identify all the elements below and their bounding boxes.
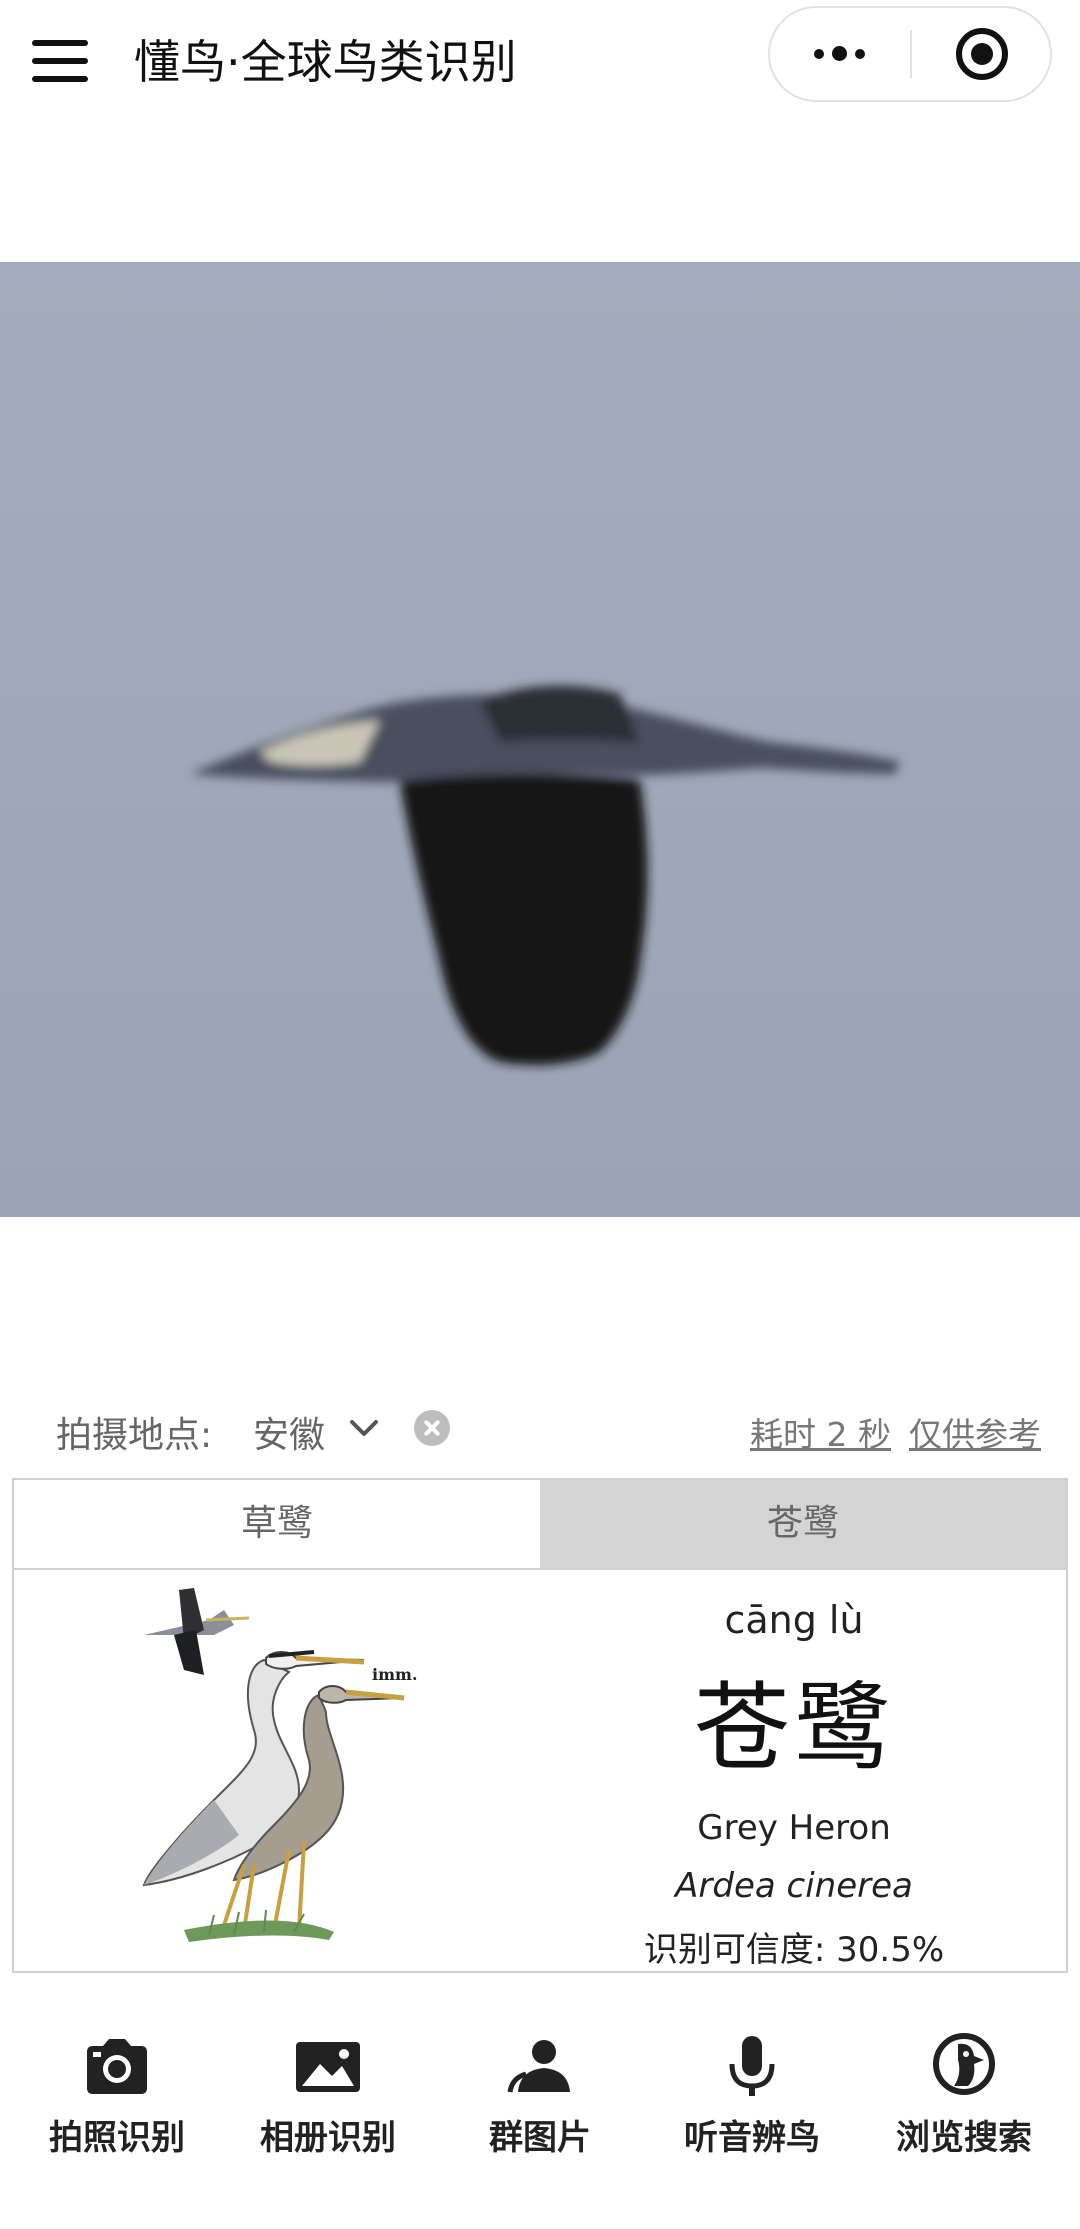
group-icon [507, 2040, 570, 2093]
location-select[interactable]: 安徽 [253, 1406, 325, 1458]
nav-album-identify[interactable]: 相册识别 [228, 2010, 428, 2180]
chevron-down-icon[interactable] [346, 1414, 382, 1444]
location-label: 拍摄地点: [56, 1415, 213, 1456]
bottom-nav: 拍照识别 相册识别 群图片 听音辨鸟 浏览搜索 [0, 2010, 1080, 2180]
nav-sound-identify[interactable]: 听音辨鸟 [652, 2010, 852, 2180]
more-dots-icon[interactable] [770, 8, 910, 100]
nav-label: 浏览搜索 [896, 2118, 1032, 2158]
location-bar: 拍摄地点: 安徽 耗时 2 秒 仅供参考 [0, 1396, 1080, 1466]
illustration-tag: imm. [372, 1665, 418, 1684]
tab-candidate-2[interactable]: 苍鹭 [540, 1480, 1066, 1568]
search-bird-icon [933, 2033, 995, 2095]
candidate-tabs: 草鹭 苍鹭 [14, 1480, 1066, 1570]
nav-photo-identify[interactable]: 拍照识别 [17, 2010, 217, 2180]
image-icon [296, 2042, 360, 2092]
mini-program-capsule [768, 6, 1052, 102]
nav-group-photos[interactable]: 群图片 [440, 2010, 640, 2180]
microphone-icon [729, 2036, 775, 2096]
hamburger-menu-icon[interactable] [32, 38, 88, 84]
nav-browse-search[interactable]: 浏览搜索 [864, 2010, 1064, 2180]
clear-location-icon[interactable] [414, 1410, 450, 1446]
result-card: 草鹭 苍鹭 imm. cāng lù 苍鹭 Grey Heron Ardea c… [12, 1478, 1068, 1973]
tab-candidate-1[interactable]: 草鹭 [14, 1480, 540, 1568]
nav-label: 听音辨鸟 [684, 2118, 820, 2158]
bird-photo[interactable] [0, 262, 1080, 1217]
nav-label: 群图片 [489, 2118, 591, 2158]
nav-label: 相册识别 [260, 2118, 396, 2158]
nav-label: 拍照识别 [49, 2118, 185, 2158]
species-scientific-name: Ardea cinerea [675, 1866, 913, 1906]
species-chinese-name: 苍鹭 [694, 1672, 894, 1784]
species-pinyin: cāng lù [724, 1598, 864, 1642]
target-circle-icon[interactable] [912, 8, 1052, 100]
elapsed-time-link[interactable]: 耗时 2 秒 [750, 1408, 891, 1456]
species-english-name: Grey Heron [697, 1808, 891, 1848]
reference-only-link[interactable]: 仅供参考 [909, 1408, 1041, 1456]
camera-icon [87, 2039, 147, 2094]
confidence-score: 识别可信度: 30.5% [643, 1930, 945, 1970]
app-title: 懂鸟·全球鸟类识别 [134, 35, 517, 89]
heron-illustration[interactable]: imm. [114, 1580, 454, 1960]
top-bar: 懂鸟·全球鸟类识别 [0, 0, 1080, 120]
